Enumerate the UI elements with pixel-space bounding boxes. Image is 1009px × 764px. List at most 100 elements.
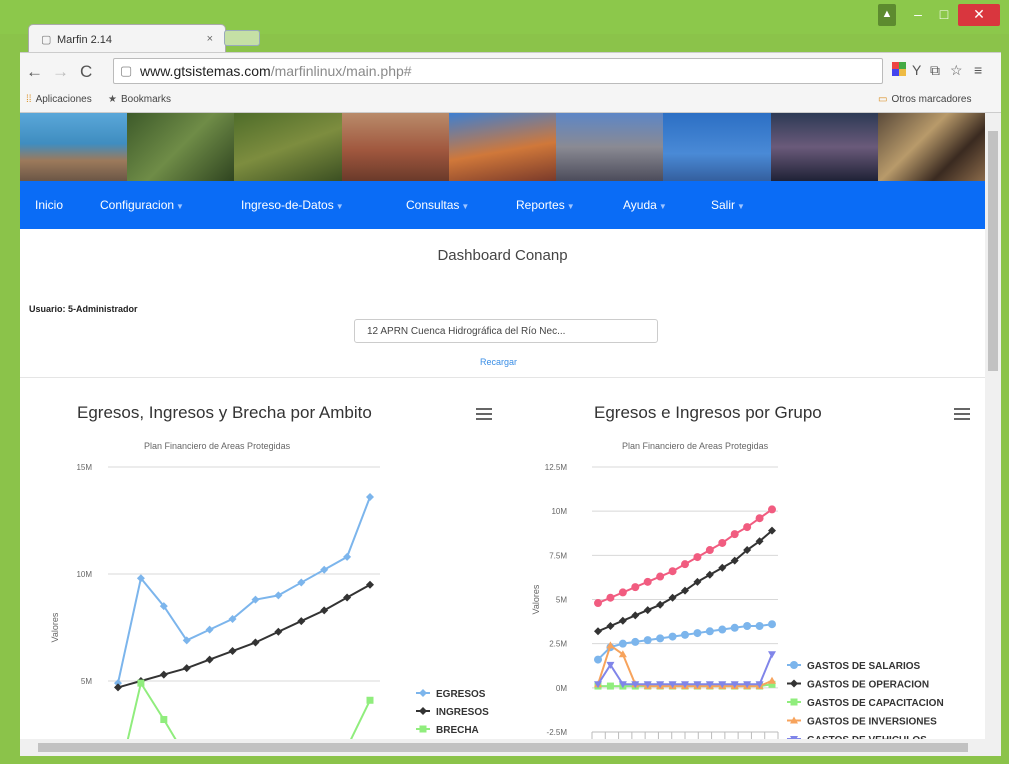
data-point	[205, 655, 214, 664]
data-point	[656, 600, 665, 609]
nav-consultas[interactable]: Consultas ▼	[406, 198, 469, 212]
data-point	[343, 552, 352, 561]
data-point	[705, 570, 714, 579]
nav-ayuda[interactable]: Ayuda ▼	[623, 198, 667, 212]
data-point	[297, 617, 306, 626]
nav-ingreso-de-datos[interactable]: Ingreso-de-Datos ▼	[241, 198, 344, 212]
data-point	[606, 622, 615, 630]
y-tick-label: 12.5M	[545, 463, 568, 472]
series-line	[597, 529, 773, 633]
data-point	[718, 563, 727, 572]
nav-reportes[interactable]: Reportes ▼	[516, 198, 575, 212]
legend-item: GASTOS DE INVERSIONES	[807, 717, 937, 728]
chart-2-subtitle: Plan Financiero de Areas Protegidas	[622, 441, 769, 451]
series-line	[126, 680, 371, 739]
data-point	[668, 567, 677, 576]
nav-configuracion[interactable]: Configuracion ▼	[100, 198, 184, 212]
tab-title: Marfin 2.14	[57, 34, 113, 46]
caret-down-icon: ▼	[335, 202, 344, 211]
chart-2-title: Egresos e Ingresos por Grupo	[594, 403, 822, 422]
data-point	[366, 492, 374, 501]
y-tick-label: 7.5M	[549, 551, 567, 560]
chart-1-subtitle: Plan Financiero de Areas Protegidas	[144, 441, 291, 451]
page-title: Dashboard Conanp	[437, 247, 568, 264]
minimize-button[interactable]: –	[906, 4, 930, 26]
user-icon[interactable]: ▲	[878, 4, 896, 26]
data-point	[251, 638, 260, 647]
extension-icon[interactable]	[892, 62, 906, 79]
data-point	[160, 716, 168, 724]
data-point	[768, 651, 776, 659]
banner-photo	[877, 113, 985, 181]
back-icon[interactable]: ←	[26, 62, 43, 82]
tab-close-button[interactable]: ×	[207, 33, 213, 45]
data-point	[668, 632, 677, 641]
new-tab-button[interactable]	[224, 30, 260, 46]
banner-photo	[234, 113, 342, 181]
data-point	[656, 572, 665, 581]
address-bar[interactable]: ▢ www.gtsistemas.com/marfinlinux/main.ph…	[113, 58, 883, 84]
bookmark-bookmarks[interactable]: ★ Bookmarks	[108, 94, 171, 105]
data-point	[594, 599, 602, 608]
data-point	[320, 565, 329, 574]
data-point	[643, 636, 652, 645]
data-point	[768, 676, 776, 684]
y-tick-label: 10M	[76, 570, 92, 579]
data-point	[182, 664, 191, 673]
header-banner	[20, 113, 985, 181]
close-window-button[interactable]: ✕	[958, 4, 1000, 26]
series-line	[117, 583, 371, 689]
maximize-button[interactable]: □	[932, 4, 956, 26]
caret-down-icon: ▼	[566, 202, 575, 211]
data-point	[205, 625, 214, 634]
chart-1-plot: 0M5M10M15MValoresEGRESOSINGRESOSBRECHA	[50, 463, 489, 739]
legend-item: BRECHA	[436, 725, 479, 736]
y-axis-label: Valores	[50, 612, 60, 642]
vertical-scrollbar[interactable]	[985, 113, 1001, 739]
forward-icon[interactable]: →	[52, 62, 69, 82]
web-page: Inicio Configuracion ▼ Ingreso-de-Datos ▼ …	[20, 113, 985, 739]
horizontal-scrollbar[interactable]	[20, 739, 1001, 756]
data-point	[643, 577, 652, 586]
y-tick-label: 15M	[76, 463, 92, 472]
url-path: /marfinlinux/main.php#	[270, 63, 412, 79]
y-tick-label: 10M	[551, 507, 567, 516]
translate-icon[interactable]: ⧉	[930, 62, 940, 79]
star-icon[interactable]: ☆	[950, 62, 963, 79]
banner-photo	[448, 113, 557, 181]
area-select[interactable]: 12 APRN Cuenca Hidrográfica del Río Nec.…	[354, 319, 658, 343]
data-point	[718, 625, 727, 634]
banner-photo	[556, 113, 664, 181]
legend-marker	[790, 661, 798, 669]
data-point	[718, 538, 727, 547]
y-tick-label: 5M	[81, 677, 92, 686]
series-line	[597, 643, 773, 688]
data-point	[693, 629, 702, 638]
legend-item: INGRESOS	[436, 707, 489, 718]
reload-link[interactable]: Recargar	[480, 357, 517, 367]
data-point	[643, 606, 652, 615]
horizontal-scroll-thumb[interactable]	[38, 743, 968, 752]
data-point	[618, 616, 627, 625]
filter-icon[interactable]: Y	[912, 62, 921, 78]
data-point	[705, 627, 714, 636]
data-point	[755, 514, 764, 523]
browser-toolbar: ← → C ▢ www.gtsistemas.com/marfinlinux/m…	[20, 52, 1001, 89]
bookmark-other[interactable]: ▭ Otros marcadores	[878, 94, 971, 105]
menu-icon[interactable]: ≡	[974, 62, 982, 78]
data-point	[606, 682, 614, 690]
nav-inicio[interactable]: Inicio	[35, 198, 63, 212]
data-point	[366, 696, 374, 704]
url-host: www.gtsistemas.com	[140, 63, 271, 79]
y-tick-label: -2.5M	[547, 728, 568, 737]
browser-tab[interactable]: ▢ Marfin 2.14 ×	[28, 24, 226, 55]
chart-1-menu-icon[interactable]	[476, 408, 492, 420]
reload-icon[interactable]: C	[80, 62, 92, 82]
y-tick-label: 0M	[556, 684, 567, 693]
vertical-scroll-thumb[interactable]	[988, 131, 998, 371]
bookmark-apps[interactable]: ⁞⁞ Aplicaciones	[26, 94, 92, 105]
chart-2-menu-icon[interactable]	[954, 408, 970, 420]
data-point	[743, 622, 752, 630]
nav-salir[interactable]: Salir ▼	[711, 198, 745, 212]
series-line	[117, 496, 371, 684]
